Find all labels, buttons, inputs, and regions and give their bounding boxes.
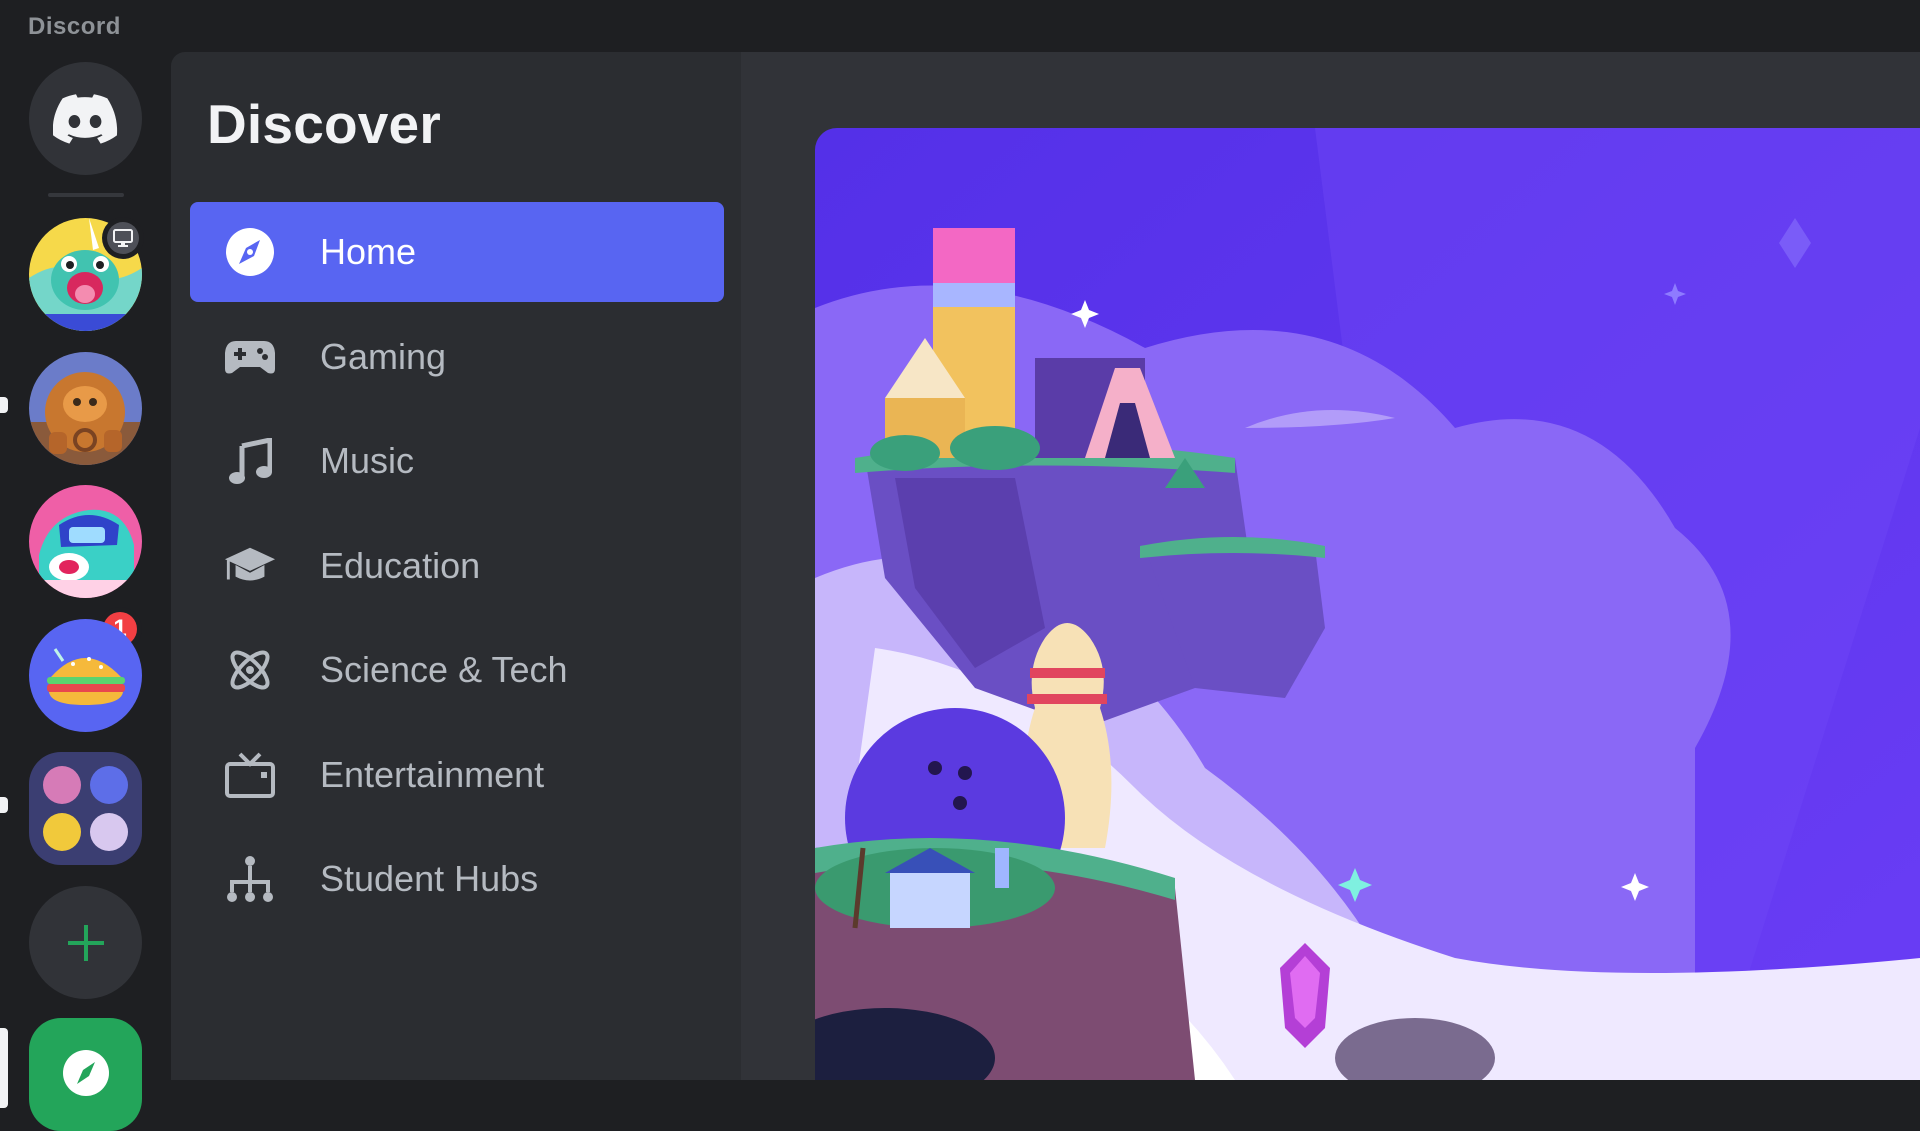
nav-item-label: Entertainment <box>320 753 545 795</box>
main-content <box>741 52 1920 1080</box>
add-server-button[interactable] <box>29 886 142 999</box>
compass-icon <box>62 1050 109 1096</box>
explore-servers-button[interactable] <box>29 1018 142 1131</box>
server-avatar-car-icon <box>29 485 142 598</box>
music-note-icon <box>224 435 276 487</box>
nav-item-science-tech[interactable]: Science & Tech <box>190 620 724 720</box>
nav-item-label: Home <box>320 231 417 272</box>
discover-hero-banner <box>815 128 1920 1080</box>
nav-item-music[interactable]: Music <box>190 411 724 511</box>
nav-item-entertainment[interactable]: Entertainment <box>190 725 724 825</box>
folder-server-mini-icon <box>43 813 81 851</box>
server-avatar-burger-icon <box>29 619 142 732</box>
screen-share-badge <box>102 217 144 259</box>
rail-separator <box>48 193 124 197</box>
server-icon-4[interactable] <box>29 619 142 732</box>
page-title: Discover <box>207 93 441 155</box>
unread-indicator <box>0 797 8 813</box>
nav-item-label: Education <box>320 544 481 586</box>
server-icon-2[interactable] <box>29 352 142 465</box>
discover-sidebar: Discover Home Gaming Music Education Sci… <box>171 52 741 1080</box>
tv-icon <box>224 749 276 801</box>
discover-nav: Home Gaming Music Education Science & Te <box>190 202 724 934</box>
server-icon-3[interactable] <box>29 485 142 598</box>
nav-item-label: Science & Tech <box>320 649 568 690</box>
atom-icon <box>224 644 276 696</box>
nav-item-gaming[interactable]: Gaming <box>190 307 724 407</box>
folder-server-mini-icon <box>43 766 81 804</box>
folder-server-mini-icon <box>90 813 128 851</box>
compass-icon <box>224 226 276 278</box>
server-folder[interactable] <box>29 752 142 865</box>
direct-messages-button[interactable] <box>29 62 142 175</box>
nav-item-label: Gaming <box>320 335 447 377</box>
title-bar: Discord <box>0 0 1920 52</box>
app-title: Discord <box>28 13 121 40</box>
server-rail: 1 <box>0 52 171 1131</box>
hero-illustration <box>815 128 1920 1080</box>
server-avatar-robot-icon <box>29 352 142 465</box>
nav-item-education[interactable]: Education <box>190 516 724 616</box>
folder-server-mini-icon <box>90 766 128 804</box>
nav-item-home[interactable]: Home <box>190 202 724 302</box>
plus-icon <box>67 924 104 961</box>
selected-indicator <box>0 1028 8 1108</box>
hub-tree-icon <box>224 853 276 905</box>
gamepad-icon <box>224 331 276 383</box>
monitor-icon <box>113 229 133 247</box>
discord-logo-icon <box>52 93 117 144</box>
nav-item-label: Student Hubs <box>320 858 539 899</box>
nav-item-label: Music <box>320 440 415 481</box>
graduation-cap-icon <box>224 540 276 592</box>
unread-indicator <box>0 397 8 413</box>
nav-item-student-hubs[interactable]: Student Hubs <box>190 829 724 929</box>
